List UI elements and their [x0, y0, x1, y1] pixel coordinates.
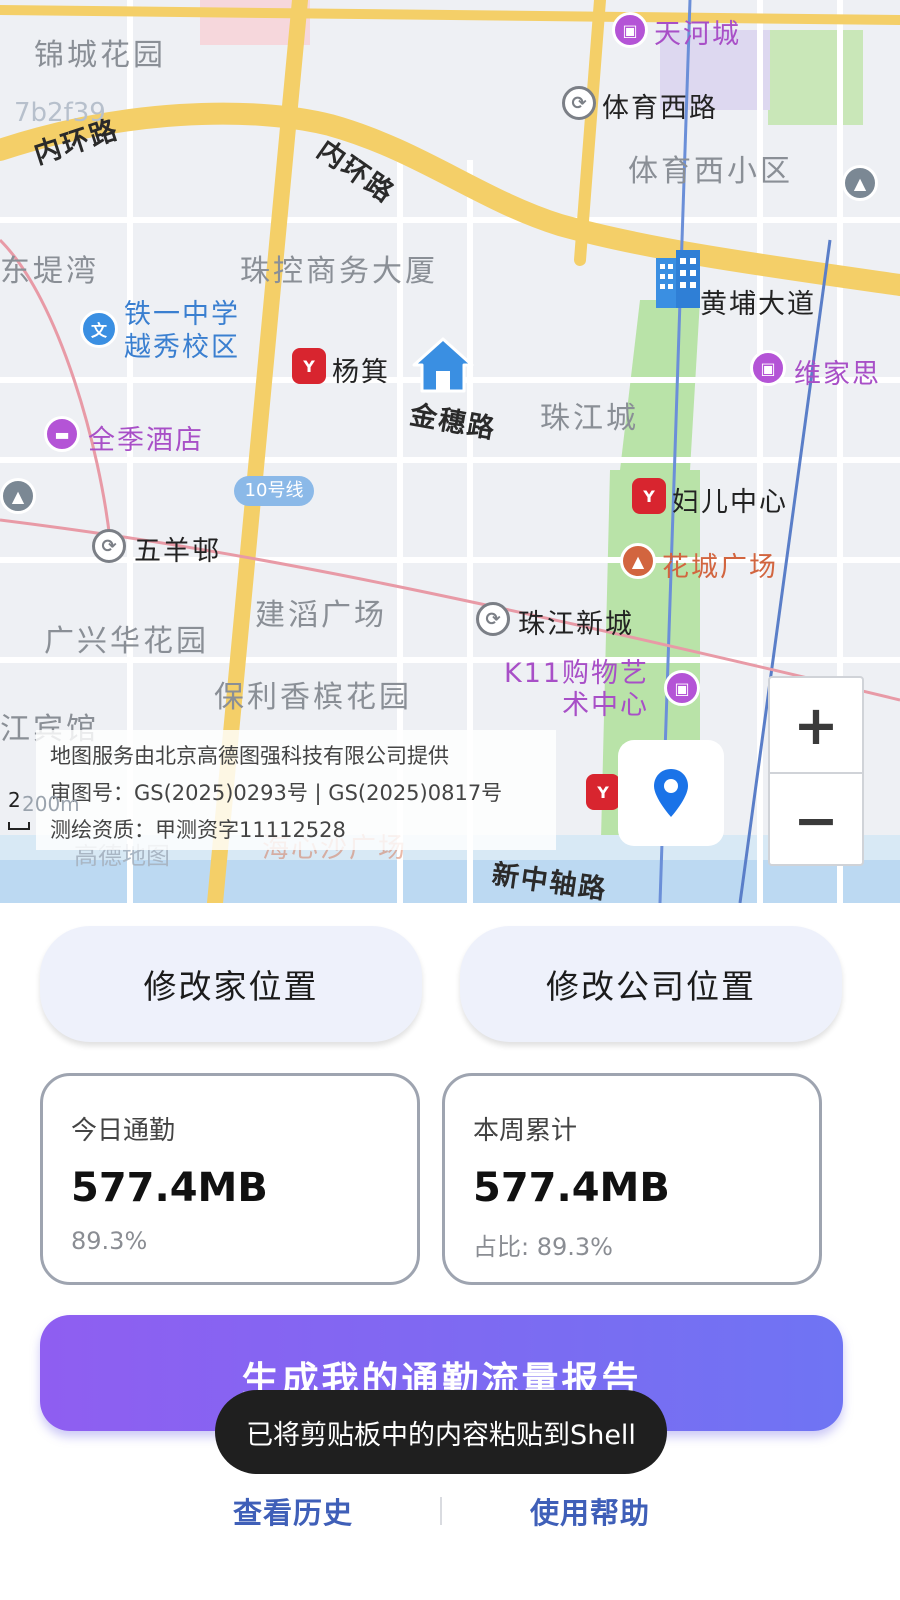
- stat-value: 577.4MB: [473, 1165, 670, 1211]
- home-icon[interactable]: [410, 335, 476, 395]
- poi-label-tianhe-city[interactable]: 天河城: [654, 12, 741, 51]
- shopping-bag-icon[interactable]: ▣: [612, 12, 648, 48]
- location-pin-icon: [654, 769, 688, 817]
- map-attribution: 地图服务由北京高德图强科技有限公司提供 审图号：GS(2025)0293号 | …: [36, 730, 556, 850]
- metro-transfer-icon[interactable]: ⟳: [92, 529, 126, 563]
- shopping-bag-icon[interactable]: ▣: [664, 670, 700, 706]
- stat-title: 今日通勤: [71, 1116, 176, 1146]
- shopping-bag-icon[interactable]: ▣: [750, 350, 786, 386]
- school-icon[interactable]: 文: [80, 310, 118, 348]
- poi-label-yangji[interactable]: 杨箕: [332, 350, 390, 389]
- poi-label-zhujiang-xincheng[interactable]: 珠江新城: [518, 602, 634, 641]
- zoom-controls: + −: [768, 676, 864, 866]
- locate-button[interactable]: [618, 740, 724, 846]
- map-scale-label: 2: [8, 788, 21, 812]
- attribution-line: 审图号：GS(2025)0293号 | GS(2025)0817号: [50, 781, 503, 805]
- parking-lock-icon[interactable]: ▲: [0, 478, 36, 514]
- map-label-area: 东堤湾: [0, 254, 99, 289]
- metro-station-icon[interactable]: Y: [586, 774, 620, 810]
- map-view[interactable]: 7b2f39 锦城花园 体育西小区 东堤湾 珠控商务大厦 珠江城 广兴华花园 建…: [0, 0, 900, 903]
- poi-label-weijiasi[interactable]: 维家思: [794, 352, 881, 391]
- poi-label-fuer-zhongxin[interactable]: 妇儿中心: [672, 480, 788, 519]
- poi-label-tiyu-xilu[interactable]: 体育西路: [602, 86, 718, 125]
- stat-title: 本周累计: [473, 1116, 578, 1146]
- stat-percent: 占比: 89.3%: [473, 1233, 613, 1261]
- metro-station-icon[interactable]: Y: [292, 348, 326, 384]
- toast-message: 已将剪贴板中的内容粘贴到Shell: [215, 1390, 667, 1474]
- map-label-area: 珠控商务大厦: [240, 254, 438, 289]
- poi-label-wuyang-cun[interactable]: 五羊邨: [134, 529, 221, 568]
- stat-card-week: 本周累计 577.4MB 占比: 89.3%: [442, 1073, 822, 1285]
- stat-percent: 89.3%: [71, 1227, 148, 1255]
- map-label-area: 广兴华花园: [44, 624, 209, 659]
- map-label-area: 保利香槟花园: [214, 680, 412, 715]
- metro-transfer-icon[interactable]: ⟳: [476, 602, 510, 636]
- map-label-area: 建滔广场: [255, 598, 387, 633]
- stat-card-today: 今日通勤 577.4MB 89.3%: [40, 1073, 420, 1285]
- metro-station-icon[interactable]: Y: [632, 478, 666, 514]
- poi-label-huacheng-square[interactable]: 花城广场: [662, 545, 778, 584]
- map-label-area: 体育西小区: [628, 154, 793, 189]
- footer-divider: [440, 1497, 442, 1525]
- hotel-bed-icon[interactable]: ▬: [44, 416, 80, 452]
- parking-lock-icon[interactable]: ▲: [842, 165, 878, 201]
- map-scale-text: 200m: [22, 792, 80, 816]
- zoom-out-button[interactable]: −: [770, 772, 862, 866]
- map-scale-bar: [8, 822, 30, 830]
- attribution-line: 地图服务由北京高德图强科技有限公司提供: [50, 744, 449, 768]
- edit-home-location-button[interactable]: 修改家位置: [40, 926, 422, 1042]
- poi-label-huangpu-dadao[interactable]: 黄埔大道: [700, 282, 816, 321]
- poi-label-k11[interactable]: K11购物艺 术中心: [504, 658, 649, 722]
- help-link[interactable]: 使用帮助: [530, 1490, 650, 1532]
- poi-label-quanji-hotel[interactable]: 全季酒店: [88, 418, 204, 457]
- metro-transfer-icon[interactable]: ⟳: [562, 86, 596, 120]
- attribution-line: 测绘资质：甲测资字11112528: [50, 818, 346, 842]
- zoom-in-button[interactable]: +: [770, 678, 862, 772]
- view-history-link[interactable]: 查看历史: [233, 1490, 353, 1532]
- edit-office-location-button[interactable]: 修改公司位置: [460, 926, 842, 1042]
- stat-value: 577.4MB: [71, 1165, 268, 1211]
- poi-label-tieyi-school[interactable]: 铁一中学 越秀校区: [124, 298, 240, 364]
- landmark-icon[interactable]: ▲: [620, 543, 656, 579]
- office-building-icon[interactable]: [650, 248, 706, 312]
- map-label-area: 珠江城: [540, 401, 639, 436]
- metro-line-10-badge: 10号线: [234, 476, 314, 506]
- map-label-area: 锦城花园: [34, 38, 166, 73]
